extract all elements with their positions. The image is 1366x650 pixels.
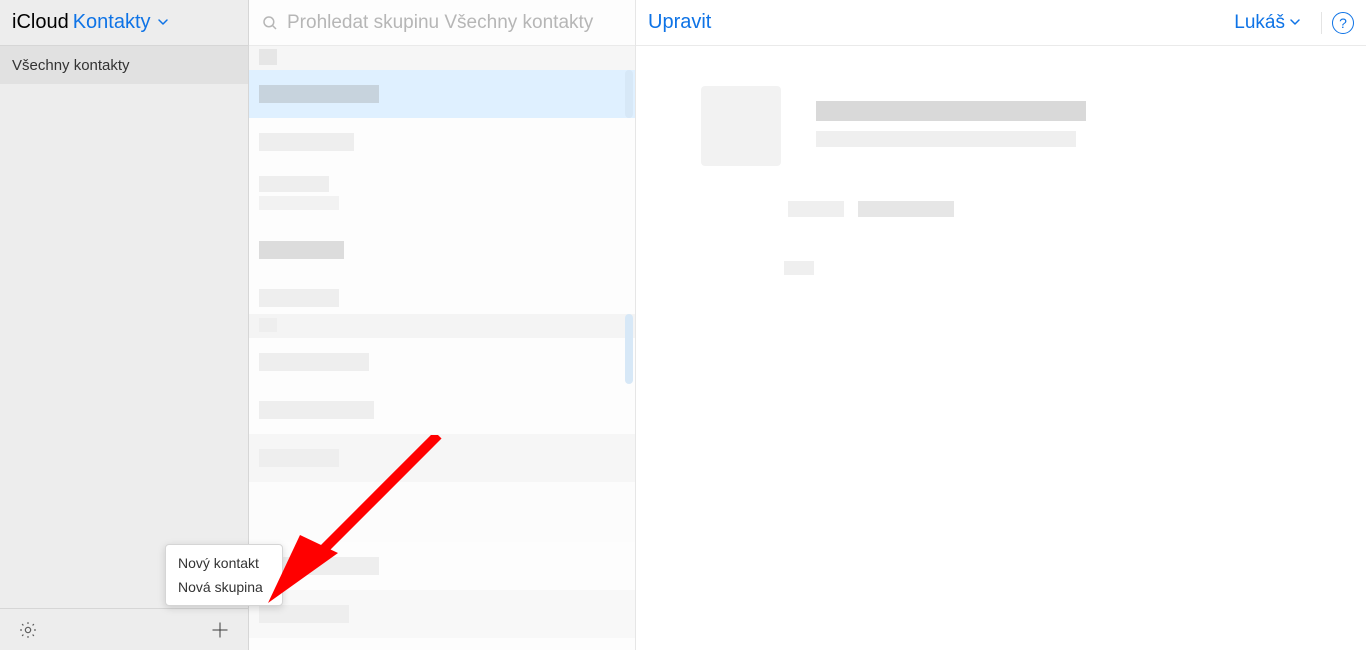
menu-item-new-group[interactable]: Nová skupina [166,575,282,599]
redacted-text [784,261,814,275]
redacted-avatar [701,86,781,166]
redacted-text [858,201,954,217]
help-icon[interactable]: ? [1332,12,1354,34]
edit-button[interactable]: Upravit [648,11,711,34]
search-placeholder: Prohledat skupinu Všechny kontakty [287,12,593,34]
contact-list-pane: Prohledat skupinu Všechny kontakty [249,0,636,650]
sidebar-item-all-contacts[interactable]: Všechny kontakty [0,46,248,84]
redacted-text [816,131,1076,147]
contact-detail-body [636,46,1366,650]
add-menu-popover: Nový kontakt Nová skupina [165,544,283,606]
search-input[interactable]: Prohledat skupinu Všechny kontakty [249,0,635,46]
contact-detail-pane: Upravit Lukáš ? [636,0,1366,650]
contact-list[interactable] [249,46,635,650]
menu-item-new-contact[interactable]: Nový kontakt [166,551,282,575]
brand-label: iCloud [12,11,69,34]
detail-header: Upravit Lukáš ? [636,0,1366,46]
account-menu[interactable]: Lukáš [1234,12,1301,34]
product-dropdown[interactable]: Kontakty [73,11,169,34]
sidebar-item-label: Všechny kontakty [12,57,130,74]
chevron-down-icon [1289,12,1301,34]
account-name: Lukáš [1234,12,1285,34]
redacted-text [816,101,1086,121]
sidebar-spacer [0,84,248,608]
chevron-down-icon [157,11,169,34]
divider [1321,12,1322,34]
search-icon [261,14,279,32]
sidebar: iCloud Kontakty Všechny kontakty [0,0,249,650]
app-switcher[interactable]: iCloud Kontakty [0,0,248,46]
product-label: Kontakty [73,11,151,34]
plus-icon[interactable] [208,618,232,642]
redacted-text [788,201,844,217]
gear-icon[interactable] [16,618,40,642]
sidebar-footer [0,608,248,650]
redacted-contacts [249,46,635,650]
